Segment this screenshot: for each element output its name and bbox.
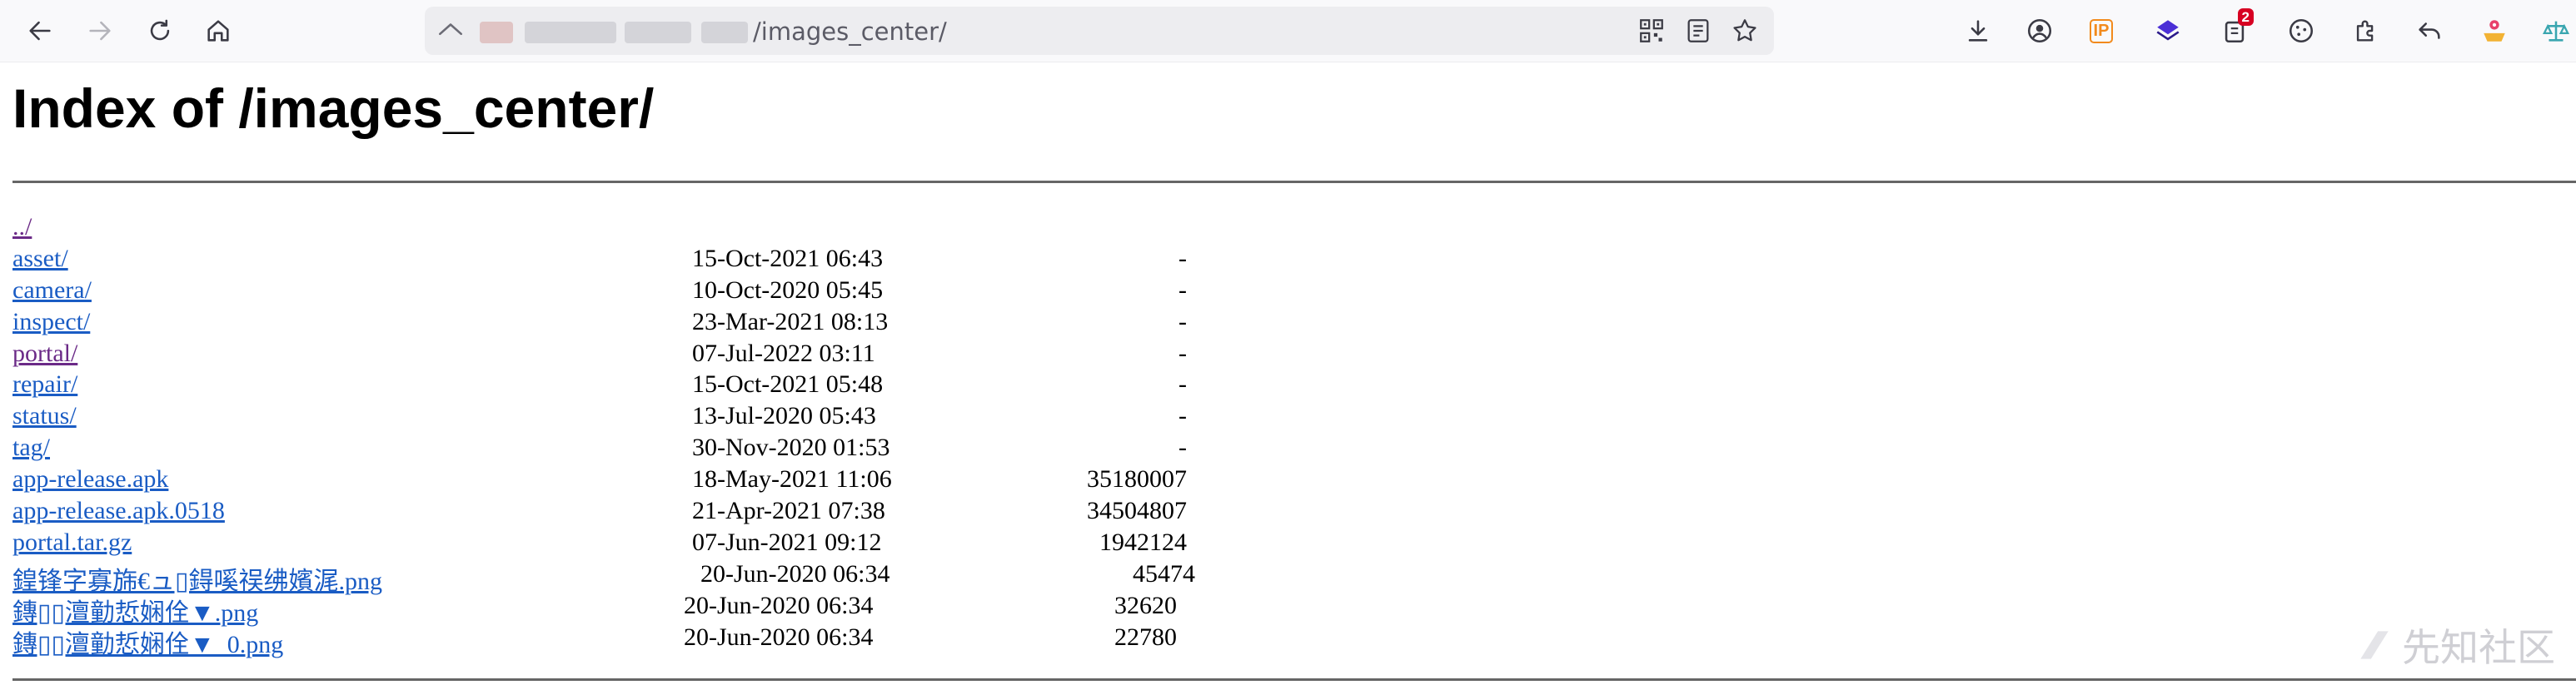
entry-name-link[interactable]: app-release.apk [12, 465, 168, 494]
entry-modified-date: 15-Oct-2021 06:43 [692, 244, 884, 272]
entry-modified-date: 21-Apr-2021 07:38 [692, 497, 885, 525]
entry-size: 32620 [1114, 591, 1177, 619]
entry-name-link[interactable]: inspect/ [12, 308, 90, 336]
parent-directory-link[interactable]: ../ [12, 213, 32, 241]
layers-extension-button[interactable] [2149, 12, 2187, 50]
download-icon [1968, 20, 1988, 42]
entry-size: - [1178, 244, 1187, 272]
account-icon [2027, 18, 2052, 43]
arrow-right-icon [89, 21, 111, 41]
entry-size: 45474 [1133, 559, 1195, 588]
mascot-icon [2484, 20, 2505, 42]
page-title: Index of /images_center/ [12, 77, 655, 139]
account-button[interactable] [2020, 12, 2059, 50]
scale-icon [2542, 21, 2570, 42]
address-bar[interactable]: /images_center/ [425, 7, 1774, 55]
back-button[interactable] [20, 11, 60, 51]
entry-size: - [1178, 275, 1187, 304]
puzzle-piece-icon [2356, 20, 2374, 42]
bookmark-star-icon[interactable] [1731, 17, 1759, 45]
watermark-logo-icon [2360, 631, 2389, 659]
entry-size: - [1178, 307, 1187, 335]
entry-modified-date: 10-Oct-2020 05:45 [692, 275, 884, 304]
notification-badge: 2 [2237, 8, 2254, 26]
browser-toolbar: /images_center/ IP 2 [0, 0, 2576, 62]
watermark: 先知社区 [2354, 618, 2555, 673]
scale-extension-button[interactable] [2537, 12, 2575, 50]
url-host-redacted [625, 22, 691, 43]
url-host-redacted [480, 22, 513, 43]
entry-size: 22780 [1114, 623, 1177, 651]
top-divider [12, 181, 2576, 183]
entry-modified-date: 07-Jul-2022 03:11 [692, 339, 875, 367]
entry-name-link[interactable]: tag/ [12, 434, 50, 462]
entry-modified-date: 13-Jul-2020 05:43 [692, 402, 876, 430]
entry-size: 35180007 [1087, 465, 1187, 494]
entry-size: - [1178, 339, 1187, 367]
entry-name-link[interactable]: portal.tar.gz [12, 529, 132, 557]
reader-view-icon[interactable] [1684, 17, 1712, 45]
entry-modified-date: 20-Jun-2020 06:34 [684, 623, 874, 651]
ip-extension-button[interactable]: IP [2082, 12, 2120, 50]
entry-name-link[interactable]: status/ [12, 402, 77, 430]
entry-modified-date: 07-Jun-2021 09:12 [692, 528, 882, 556]
arrow-left-icon [29, 21, 51, 41]
page-info-icon[interactable] [436, 17, 465, 46]
entry-modified-date: 20-Jun-2020 06:34 [700, 559, 890, 588]
undo-arrow-icon [2419, 22, 2440, 39]
url-host-redacted [701, 22, 748, 43]
layers-icon [2156, 20, 2180, 41]
entry-name-link[interactable]: app-release.apk.0518 [12, 497, 225, 525]
qr-code-icon[interactable] [1637, 17, 1666, 45]
undo-button[interactable] [2410, 12, 2449, 50]
downloads-button[interactable] [1959, 12, 1997, 50]
entry-modified-date: 23-Mar-2021 08:13 [692, 307, 889, 335]
extensions-button[interactable] [2347, 12, 2385, 50]
forward-button[interactable] [80, 11, 120, 51]
cookie-extension-button[interactable] [2282, 12, 2320, 50]
entry-size: - [1178, 370, 1187, 399]
home-button[interactable] [198, 11, 238, 51]
entry-name-link[interactable]: asset/ [12, 245, 68, 273]
entry-name-link[interactable]: portal/ [12, 340, 77, 368]
bottom-divider [12, 678, 2576, 681]
entry-modified-date: 15-Oct-2021 05:48 [692, 370, 884, 399]
url-host-redacted [525, 22, 616, 43]
notification-extension-button[interactable]: 2 [2215, 8, 2254, 50]
reload-icon [150, 19, 170, 41]
entry-size: 34504807 [1087, 497, 1187, 525]
cookie-icon [2289, 18, 2314, 43]
entry-name-link[interactable]: repair/ [12, 370, 77, 399]
reload-button[interactable] [140, 11, 180, 51]
entry-modified-date: 18-May-2021 11:06 [692, 465, 892, 494]
entry-name-link[interactable]: 鏄▯▯澶勭悊娴佺▼_0.png [12, 623, 283, 660]
mascot-extension-button[interactable] [2475, 12, 2514, 50]
entry-size: - [1178, 434, 1187, 462]
entry-name-link[interactable]: camera/ [12, 276, 92, 305]
home-icon [207, 20, 229, 42]
entry-size: - [1178, 402, 1187, 430]
url-path-text: /images_center/ [753, 17, 947, 46]
ip-extension-label: IP [2089, 18, 2114, 43]
entry-modified-date: 30-Nov-2020 01:53 [692, 434, 890, 462]
watermark-text: 先知社区 [2402, 625, 2555, 670]
entry-size: 1942124 [1099, 528, 1187, 556]
entry-modified-date: 20-Jun-2020 06:34 [684, 591, 874, 619]
